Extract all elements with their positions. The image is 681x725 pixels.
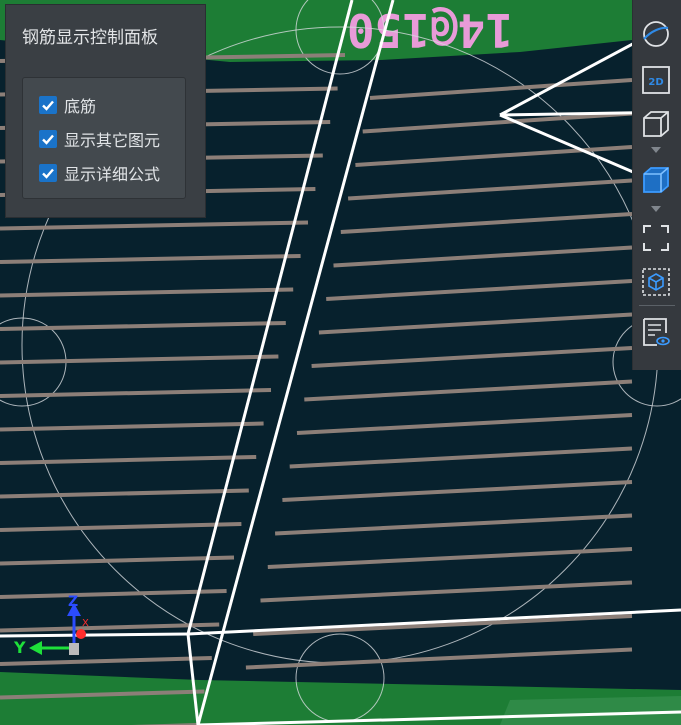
rebar-bar <box>369 78 633 100</box>
rebar-bar <box>267 547 633 569</box>
rebar-bar <box>311 346 633 368</box>
zoom-selection-button[interactable] <box>640 266 672 298</box>
rebar-bar <box>0 321 286 331</box>
fit-view-button[interactable] <box>640 222 672 254</box>
option-show-other-elements[interactable]: 显示其它图元 <box>39 128 160 150</box>
rebar-bar <box>0 488 249 499</box>
rebar-bar <box>260 580 633 603</box>
svg-text:X: X <box>82 618 89 629</box>
checkbox-checked-icon[interactable] <box>39 164 57 182</box>
rebar-bar <box>0 555 235 566</box>
cube-filled-icon <box>643 167 669 193</box>
rebar-display-control-panel: 钢筋显示控制面板 底筋 显示其它图元 显示详细公式 <box>5 4 206 218</box>
rebar-bar <box>0 287 294 298</box>
rebar-bar <box>274 513 633 536</box>
cube-outline-icon <box>643 111 669 137</box>
rebar-bar <box>0 455 257 465</box>
option-label: 底筋 <box>64 97 97 116</box>
toolbar-separator <box>639 305 675 306</box>
rebar-bar <box>289 446 633 469</box>
rebar-bar <box>0 522 242 532</box>
axis-gizmo: Z Y X <box>13 594 89 657</box>
slab-face-bottom-strip <box>500 696 681 725</box>
rebar-bar <box>362 111 633 134</box>
expand-arrow-icon[interactable] <box>651 206 661 212</box>
rebar-bar <box>304 379 633 402</box>
options-group: 底筋 显示其它图元 显示详细公式 <box>22 77 186 199</box>
viewport-3d[interactable]: 14@150 Z Y X 钢筋显示控制面板 底筋 显示其它图元 显示详细公式 2… <box>0 0 681 725</box>
checkbox-checked-icon[interactable] <box>39 130 57 148</box>
3d-view-button[interactable] <box>640 108 672 140</box>
view-toolbar: 2D <box>632 0 681 370</box>
rebar-bar <box>333 245 633 268</box>
rebar-bar <box>296 413 633 435</box>
rebar-bar <box>340 212 633 234</box>
rebar-bar <box>0 254 301 264</box>
orbit-icon <box>643 21 669 47</box>
panel-title: 钢筋显示控制面板 <box>22 28 158 48</box>
rebar-bar <box>318 312 633 335</box>
2d-view-button[interactable]: 2D <box>640 64 672 96</box>
cube-select-icon <box>642 268 670 296</box>
rebar-bar <box>0 421 264 432</box>
svg-text:2D: 2D <box>648 77 663 88</box>
list-eye-icon <box>643 318 670 346</box>
rebar-bar <box>326 279 633 301</box>
svg-text:Z: Z <box>68 594 78 610</box>
rebar-bar <box>0 622 220 633</box>
rebar-bar <box>355 145 633 167</box>
rebar-bar <box>347 178 633 201</box>
rebar-bar <box>0 388 272 398</box>
svg-text:14@150: 14@150 <box>347 3 513 57</box>
option-bottom-rebar[interactable]: 底筋 <box>39 94 96 116</box>
2d-icon: 2D <box>642 66 670 94</box>
fullscreen-icon <box>643 225 669 251</box>
rebar-bar <box>282 480 633 502</box>
rebar-bar <box>0 354 279 365</box>
option-label: 显示其它图元 <box>64 131 161 150</box>
rotate-view-button[interactable] <box>640 18 672 50</box>
option-label: 显示详细公式 <box>64 165 161 184</box>
expand-arrow-icon[interactable] <box>651 147 661 153</box>
rebar-annotation: 14@150 <box>347 3 513 57</box>
display-settings-button[interactable] <box>640 316 672 348</box>
rebar-bar <box>253 614 633 636</box>
svg-text:Y: Y <box>13 638 26 657</box>
rebar-bar <box>0 656 212 666</box>
option-show-detailed-formula[interactable]: 显示详细公式 <box>39 162 160 184</box>
checkbox-checked-icon[interactable] <box>39 96 57 114</box>
3d-shaded-view-button[interactable] <box>640 164 672 196</box>
rebar-bar <box>0 589 227 599</box>
